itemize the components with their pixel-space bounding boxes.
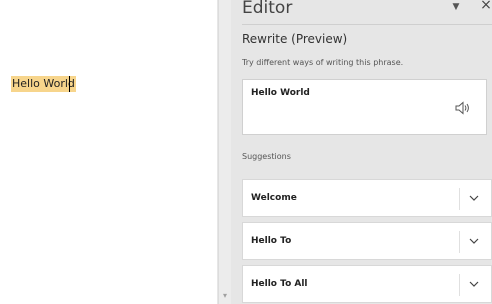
rewrite-heading: Rewrite (Preview)	[242, 32, 348, 46]
vertical-scrollbar[interactable]: ▾	[218, 0, 231, 304]
text-caret	[69, 76, 70, 92]
current-phrase-card: Hello World	[242, 79, 487, 135]
document-page[interactable]: Hello World	[0, 0, 217, 304]
word-window: Hello World ▾ Editor ▼ × Rewrite (Previe…	[0, 0, 492, 304]
suggestion-separator	[459, 274, 460, 296]
pane-options-chevron-down-icon[interactable]: ▼	[450, 2, 462, 12]
suggestion-separator	[459, 231, 460, 253]
selected-text[interactable]: Hello World	[11, 76, 76, 92]
speaker-icon[interactable]	[455, 101, 471, 115]
suggestion-label: Hello To All	[251, 279, 308, 289]
suggestion-item[interactable]: Welcome	[242, 179, 492, 217]
rewrite-description: Try different ways of writing this phras…	[242, 58, 404, 67]
chevron-down-icon[interactable]	[467, 191, 481, 205]
chevron-down-icon[interactable]	[467, 277, 481, 291]
suggestions-label: Suggestions	[242, 152, 291, 161]
suggestion-label: Hello To	[251, 236, 292, 246]
close-icon[interactable]: ×	[480, 0, 492, 12]
suggestion-item[interactable]: Hello To	[242, 222, 492, 260]
suggestion-separator	[459, 188, 460, 210]
scroll-down-arrow-icon[interactable]: ▾	[221, 292, 229, 300]
chevron-down-icon[interactable]	[467, 234, 481, 248]
current-phrase: Hello World	[251, 88, 310, 98]
suggestion-label: Welcome	[251, 193, 297, 203]
editor-pane: Editor ▼ × Rewrite (Preview) Try differe…	[231, 0, 492, 304]
pane-title: Editor	[242, 0, 293, 18]
pane-divider	[242, 24, 492, 25]
suggestion-item[interactable]: Hello To All	[242, 265, 492, 303]
